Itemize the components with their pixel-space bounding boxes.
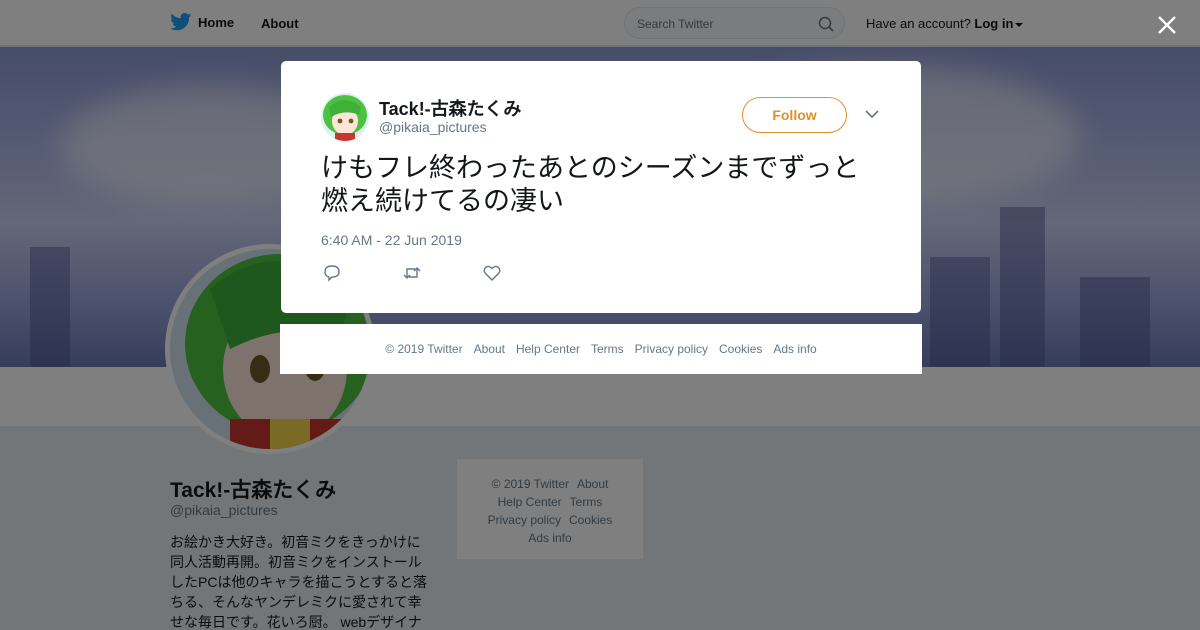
footer-privacy-link[interactable]: Privacy policy [635,342,708,356]
footer-copyright: © 2019 Twitter [385,342,463,356]
footer-ads-link[interactable]: Ads info [773,342,816,356]
like-icon[interactable] [483,264,501,282]
modal-footer: © 2019 Twitter About Help Center Terms P… [280,324,922,374]
tweet-actions [323,264,501,282]
follow-button[interactable]: Follow [742,97,847,133]
reply-icon[interactable] [323,264,341,282]
tweet-text: けもフレ終わったあとのシーズンまでずっと燃え続けてるの凄い [321,153,860,217]
tweet-timestamp[interactable]: 6:40 AM - 22 Jun 2019 [321,232,462,248]
chevron-down-icon[interactable] [865,109,879,119]
tweet-author-name[interactable]: Tack!-古森たくみ [379,95,521,121]
footer-cookies-link[interactable]: Cookies [719,342,762,356]
retweet-icon[interactable] [403,264,421,282]
tweet-avatar[interactable] [321,93,369,141]
footer-about-link[interactable]: About [474,342,505,356]
tweet-modal: Tack!-古森たくみ @pikaia_pictures Follow けもフレ… [281,61,921,313]
footer-terms-link[interactable]: Terms [591,342,624,356]
tweet-author-handle[interactable]: @pikaia_pictures [379,119,487,135]
footer-help-link[interactable]: Help Center [516,342,580,356]
close-icon[interactable] [1156,14,1178,36]
